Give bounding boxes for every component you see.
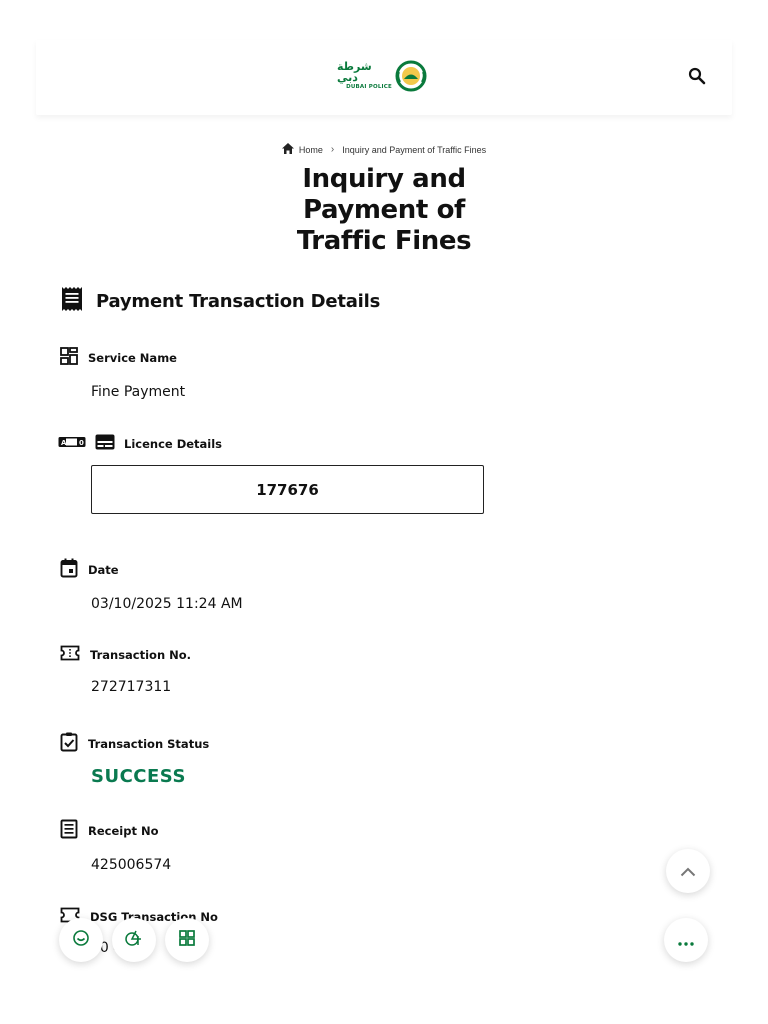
document-icon [60, 819, 78, 842]
logo-english-text: DUBAI POLICE [346, 84, 392, 91]
svg-text:0: 0 [79, 439, 84, 447]
clipboard-check-icon [60, 732, 78, 755]
breadcrumb-home[interactable]: Home [281, 143, 323, 156]
grid-icon [179, 930, 195, 950]
licence-number-box: 177676 [91, 465, 484, 514]
more-dots-icon [678, 931, 694, 950]
date-value: 03/10/2025 11:24 AM [91, 596, 243, 612]
service-name-field: Service Name Fine Payment [60, 347, 185, 400]
search-button[interactable] [681, 62, 713, 94]
home-icon [281, 143, 294, 156]
breadcrumb-home-label: Home [298, 144, 323, 155]
licence-details-field: A 0 Licence Details [58, 434, 222, 453]
service-name-value: Fine Payment [91, 384, 186, 400]
transaction-status-label: Transaction Status [88, 736, 210, 751]
receipt-icon [60, 286, 84, 316]
transaction-no-label: Transaction No. [90, 647, 192, 662]
site-header: شرطة دبي DUBAI POLICE [36, 40, 732, 115]
page: شرطة دبي DUBAI POLICE Home › Inquiry and… [0, 0, 768, 1024]
id-card-icon [95, 434, 115, 453]
more-options-button[interactable] [664, 918, 708, 962]
ticket-icon [60, 645, 80, 664]
search-icon [688, 67, 706, 89]
police-emblem-icon [395, 60, 427, 92]
receipt-no-value: 425006574 [91, 857, 172, 873]
transaction-status-field: Transaction Status SUCCESS [60, 732, 209, 787]
svg-text:A: A [61, 439, 67, 447]
accessibility-icon [124, 929, 144, 951]
transaction-status-value: SUCCESS [91, 766, 186, 787]
dubai-police-logo[interactable]: شرطة دبي DUBAI POLICE [337, 58, 427, 94]
breadcrumb-current: Inquiry and Payment of Traffic Fines [342, 144, 487, 155]
service-name-label: Service Name [88, 350, 177, 365]
calendar-icon [60, 558, 78, 581]
section-heading: Payment Transaction Details [60, 286, 380, 316]
transaction-no-value: 272717311 [91, 679, 172, 695]
dashboard-icon [60, 347, 78, 368]
breadcrumb: Home › Inquiry and Payment of Traffic Fi… [0, 143, 768, 156]
date-label: Date [88, 562, 119, 577]
licence-details-label: Licence Details [124, 436, 223, 451]
apps-menu-button[interactable] [165, 918, 209, 962]
receipt-no-label: Receipt No [88, 823, 159, 838]
transaction-no-field: Transaction No. 272717311 [60, 645, 191, 695]
scroll-to-top-button[interactable] [666, 849, 710, 893]
receipt-no-field: Receipt No 425006574 [60, 819, 171, 873]
licence-plate-icon: A 0 [58, 436, 86, 451]
chevron-up-icon [680, 862, 696, 881]
chevron-right-icon: › [330, 144, 335, 155]
accessibility-button[interactable] [112, 918, 156, 962]
smiley-icon [72, 929, 90, 951]
date-field: Date 03/10/2025 11:24 AM [60, 558, 243, 612]
section-title: Payment Transaction Details [96, 290, 381, 312]
logo-arabic-text: شرطة دبي [337, 60, 372, 85]
feedback-button[interactable] [59, 918, 103, 962]
page-title: Inquiry and Payment of Traffic Fines [296, 164, 472, 256]
